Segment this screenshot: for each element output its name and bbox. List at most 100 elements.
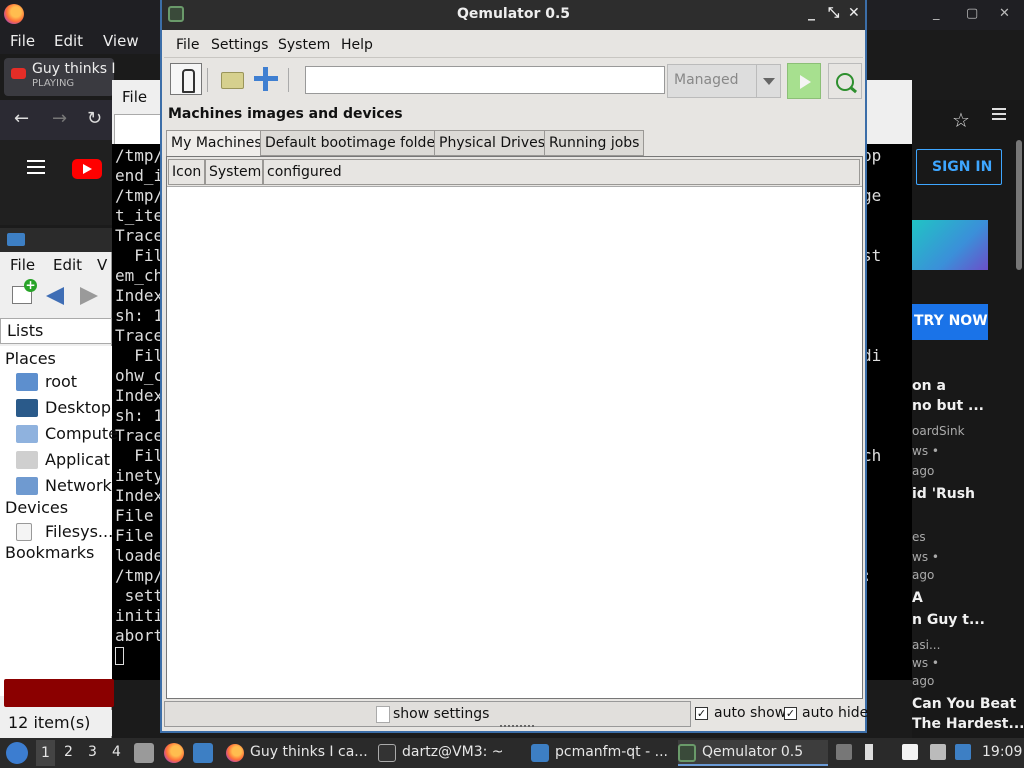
place-computer[interactable]: Compute xyxy=(16,423,118,447)
taskbar: 1 2 3 4 Guy thinks I ca... dartz@VM3: ~ … xyxy=(0,738,1024,768)
tab-default-bootimage-folder[interactable]: Default bootimage folder xyxy=(260,130,446,156)
hamburger-menu-icon[interactable] xyxy=(27,160,45,174)
task-label: Qemulator 0.5 xyxy=(702,744,804,760)
video-item-text[interactable]: on a xyxy=(912,378,946,394)
minimize-icon[interactable]: _ xyxy=(808,5,815,21)
task-terminal[interactable]: dartz@VM3: ~ xyxy=(378,740,518,766)
network-icon[interactable] xyxy=(955,744,971,760)
command-input[interactable] xyxy=(305,66,665,94)
firefox-menu-icon[interactable] xyxy=(992,108,1006,120)
video-item-text[interactable]: n Guy t... xyxy=(912,612,985,628)
fm-menu-file[interactable]: File xyxy=(10,256,35,274)
clipboard-icon[interactable] xyxy=(902,744,918,760)
auto-hide-checkbox[interactable]: ✓ xyxy=(784,707,797,720)
forward-arrow-icon[interactable] xyxy=(80,287,98,305)
place-applications[interactable]: Applicat xyxy=(16,449,116,473)
menu-file[interactable]: File xyxy=(176,37,199,53)
file-manager-launcher-icon[interactable] xyxy=(134,743,154,763)
machines-table[interactable]: Icon System configured xyxy=(166,156,863,699)
video-item-text[interactable]: asi... xyxy=(912,638,940,652)
open-folder-icon[interactable] xyxy=(216,63,248,95)
video-item-text[interactable]: ws • xyxy=(912,656,939,670)
minimize-icon[interactable]: _ xyxy=(933,6,940,21)
terminal-tab[interactable] xyxy=(114,114,164,144)
qemulator-titlebar[interactable]: Qemulator 0.5 _ ⤡ ✕ xyxy=(162,0,865,30)
fm-menu-edit[interactable]: Edit xyxy=(53,256,82,274)
menu-settings[interactable]: Settings xyxy=(211,37,268,53)
task-firefox[interactable]: Guy thinks I ca... xyxy=(226,740,368,766)
volume-icon[interactable] xyxy=(865,744,881,760)
video-item-text[interactable]: oardSink xyxy=(912,424,965,438)
workspace-3[interactable]: 3 xyxy=(88,744,97,760)
place-network[interactable]: Network xyxy=(16,475,116,499)
close-icon[interactable]: ✕ xyxy=(999,6,1010,21)
task-qemulator[interactable]: Qemulator 0.5 xyxy=(678,740,828,766)
launch-config-key-icon[interactable] xyxy=(170,63,202,95)
firefox-menu-edit[interactable]: Edit xyxy=(54,32,83,50)
column-header-icon[interactable]: Icon xyxy=(168,159,205,185)
video-item-text[interactable]: The Hardest... xyxy=(912,716,1024,732)
task-pcmanfm[interactable]: pcmanfm-qt - ... xyxy=(531,740,671,766)
firefox-launcher-icon[interactable] xyxy=(164,743,184,763)
fm-menu-view[interactable]: V xyxy=(97,256,107,274)
firefox-icon xyxy=(226,744,244,762)
tab-running-jobs[interactable]: Running jobs xyxy=(544,130,645,156)
video-item-text[interactable]: A xyxy=(912,590,923,606)
auto-show-checkbox[interactable]: ✓ xyxy=(695,707,708,720)
ad-thumbnail[interactable] xyxy=(912,220,988,270)
video-item-text[interactable]: ago xyxy=(912,674,934,688)
new-tab-icon[interactable] xyxy=(12,279,37,304)
workspace-2[interactable]: 2 xyxy=(64,744,73,760)
reload-icon[interactable]: ↻ xyxy=(87,108,102,129)
terminal-menu-file[interactable]: File xyxy=(122,88,147,106)
workspace-1[interactable]: 1 xyxy=(36,740,55,766)
show-desktop-icon[interactable] xyxy=(193,743,213,763)
show-settings-label: show settings xyxy=(393,706,490,722)
workspace-4[interactable]: 4 xyxy=(112,744,121,760)
column-header-system[interactable]: System xyxy=(205,159,263,185)
video-item-text[interactable]: ago xyxy=(912,464,934,478)
forward-icon[interactable]: → xyxy=(52,108,67,129)
column-header-configured[interactable]: configured xyxy=(263,159,860,185)
video-item-text[interactable]: ws • xyxy=(912,444,939,458)
video-item-text[interactable]: no but ... xyxy=(912,398,984,414)
back-icon[interactable]: ← xyxy=(14,108,29,129)
resize-grip[interactable] xyxy=(500,725,534,729)
bookmark-star-icon[interactable]: ☆ xyxy=(952,108,970,132)
folder-icon xyxy=(531,744,549,762)
add-machine-plus-icon[interactable] xyxy=(250,63,282,95)
display-icon[interactable] xyxy=(930,744,946,760)
show-settings-button[interactable]: show settings xyxy=(164,701,691,727)
place-root[interactable]: root xyxy=(16,371,116,395)
sign-in-button[interactable]: SIGN IN xyxy=(916,149,1002,185)
close-icon[interactable]: ✕ xyxy=(848,5,860,21)
progress-bar xyxy=(4,679,114,707)
scrollbar[interactable] xyxy=(1016,140,1022,270)
run-play-icon[interactable] xyxy=(787,63,821,99)
video-item-text[interactable]: ws • xyxy=(912,550,939,564)
tray-scroll-icon[interactable] xyxy=(836,744,852,760)
back-arrow-icon[interactable] xyxy=(46,287,64,305)
place-desktop[interactable]: Desktop xyxy=(16,397,116,421)
video-item-text[interactable]: Can You Beat xyxy=(912,696,1016,712)
maximize-icon[interactable]: ⤡ xyxy=(828,5,839,21)
menu-system[interactable]: System xyxy=(278,37,330,53)
tab-my-machines[interactable]: My Machines xyxy=(166,130,267,157)
video-item-text[interactable]: id 'Rush xyxy=(912,486,975,502)
firefox-tab[interactable]: Guy thinks I PLAYING xyxy=(4,58,116,96)
video-item-text[interactable]: ago xyxy=(912,568,934,582)
video-item-text[interactable]: es xyxy=(912,530,926,544)
search-icon[interactable] xyxy=(828,63,862,99)
maximize-icon[interactable]: ▢ xyxy=(966,6,978,21)
firefox-menu-file[interactable]: File xyxy=(10,32,35,50)
mode-select[interactable]: Managed xyxy=(667,64,781,98)
device-filesystem[interactable]: Filesys... xyxy=(16,521,116,545)
firefox-menu-view[interactable]: View xyxy=(103,32,139,50)
try-now-button[interactable]: TRY NOW xyxy=(912,304,988,340)
tab-physical-drives[interactable]: Physical Drives xyxy=(434,130,551,156)
start-menu-icon[interactable] xyxy=(6,742,28,764)
side-pane-mode-select[interactable]: Lists xyxy=(0,318,112,344)
menu-help[interactable]: Help xyxy=(341,37,373,53)
youtube-logo[interactable] xyxy=(72,159,102,179)
chevron-down-icon[interactable] xyxy=(756,65,780,97)
